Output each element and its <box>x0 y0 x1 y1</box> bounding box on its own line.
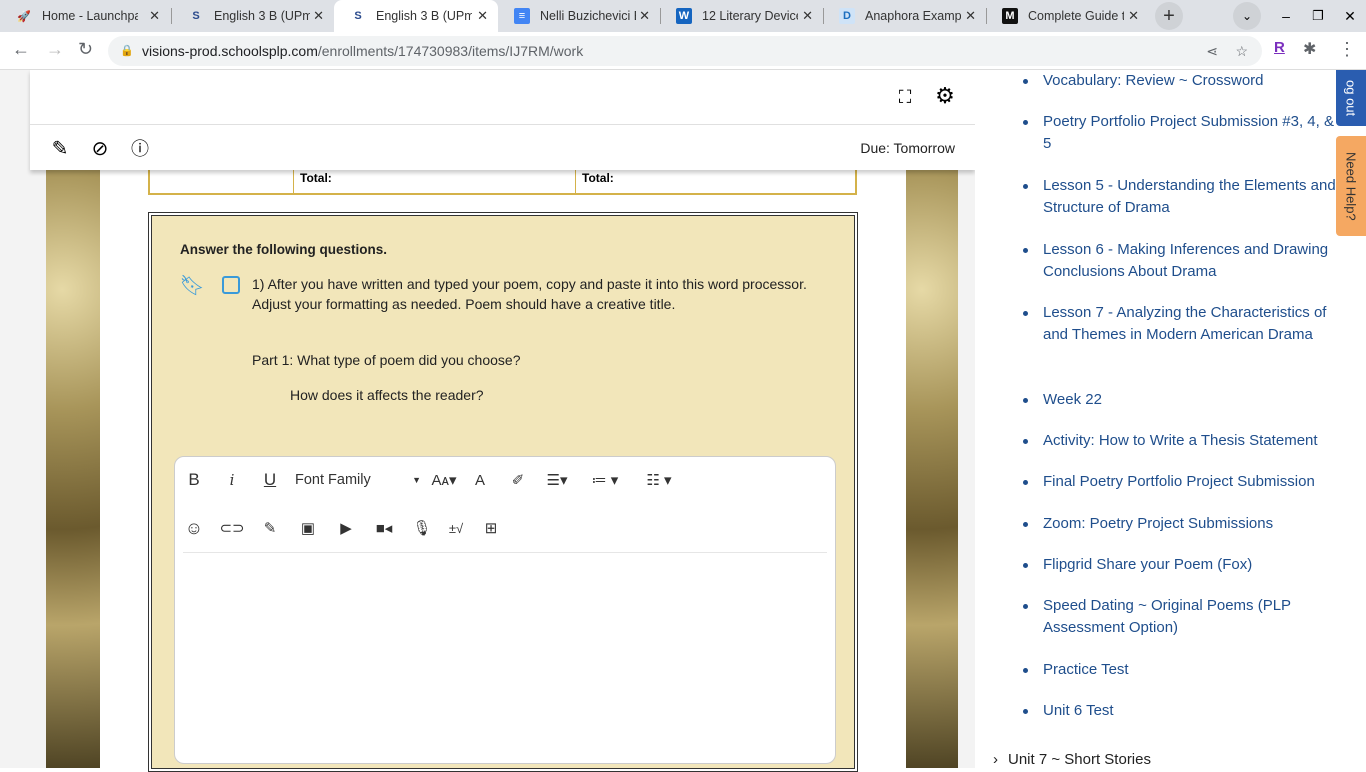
info-icon[interactable]: ⓘ <box>129 137 151 159</box>
close-tab-icon[interactable]: ✕ <box>149 8 160 24</box>
close-tab-icon[interactable]: ✕ <box>313 8 324 24</box>
settings-gear-icon[interactable]: ⚙ <box>933 83 957 108</box>
sidebar-item[interactable]: Final Poetry Portfolio Project Submissio… <box>1023 471 1338 493</box>
bookmark-icon[interactable]: 🔖︎ <box>179 274 204 297</box>
pencil-icon[interactable]: ✎ <box>258 516 282 540</box>
youtube-icon[interactable]: ▶ <box>334 516 358 540</box>
editor-body[interactable] <box>183 557 827 757</box>
schoolsplp-icon: S <box>192 10 200 22</box>
minimize-button[interactable]: – <box>1276 6 1296 26</box>
logout-button[interactable]: og out <box>1336 70 1366 126</box>
masterclass-icon: M <box>1002 8 1018 24</box>
restore-button[interactable]: ❐ <box>1308 6 1328 26</box>
unordered-list-button[interactable]: ☷ ▾ <box>637 468 681 492</box>
rocket-icon: 🚀 <box>17 10 31 23</box>
sidebar-item[interactable]: Flipgrid Share your Poem (Fox) <box>1023 554 1338 576</box>
sidebar-item[interactable]: Poetry Portfolio Project Submission #3, … <box>1023 111 1338 155</box>
tab-launchpad[interactable]: 🚀 Home - Launchpad ✕ <box>0 0 170 32</box>
note-icon[interactable] <box>222 276 240 294</box>
total-label: Total: <box>582 171 614 185</box>
font-size-button[interactable]: Aᴀ▾ <box>427 468 461 492</box>
chevron-right-icon: › <box>993 751 998 768</box>
sidebar-item[interactable]: Speed Dating ~ Original Poems (PLP Asses… <box>1023 595 1338 639</box>
sidebar-item[interactable]: Vocabulary: Review ~ Crossword <box>1023 70 1338 92</box>
tab-search-icon[interactable]: ⌄ <box>1233 2 1261 30</box>
font-family-select[interactable]: Font Family ▼ <box>295 472 421 488</box>
extension-r-icon[interactable]: R <box>1274 39 1285 56</box>
question-text: 1) After you have written and typed your… <box>252 276 807 292</box>
yd-icon: D <box>839 8 855 24</box>
tab-complete-guide[interactable]: M Complete Guide to ✕ <box>986 0 1149 32</box>
sidebar-item[interactable]: Unit 6 Test <box>1023 700 1338 722</box>
highlighter-icon[interactable]: ✐ <box>506 468 530 492</box>
lock-icon: 🔒 <box>120 45 134 57</box>
url-input[interactable]: 🔒 visions-prod.schoolsplp.com/enrollments… <box>108 36 1262 66</box>
underline-button[interactable]: U <box>258 468 282 492</box>
new-tab-button[interactable]: + <box>1155 2 1183 30</box>
align-button[interactable]: ☰▾ <box>541 468 573 492</box>
bold-button[interactable]: B <box>182 468 206 492</box>
schoolsplp-icon: S <box>354 10 362 22</box>
sidebar-item[interactable]: Zoom: Poetry Project Submissions <box>1023 513 1338 535</box>
question-part1b: How does it affects the reader? <box>290 387 484 403</box>
table-icon[interactable]: ⊞ <box>479 516 503 540</box>
menu-icon[interactable]: ⋮ <box>1338 39 1356 60</box>
reload-icon[interactable]: ↻ <box>78 39 93 60</box>
bookmark-star-icon[interactable]: ☆ <box>1235 36 1248 66</box>
close-tab-icon[interactable]: ✕ <box>1128 8 1139 24</box>
sidebar-item[interactable]: Activity: How to Write a Thesis Statemen… <box>1023 430 1338 452</box>
question-part1: Part 1: What type of poem did you choose… <box>252 352 521 368</box>
question-text: Adjust your formatting as needed. Poem s… <box>252 296 676 312</box>
text-color-icon[interactable]: A <box>468 468 492 492</box>
ordered-list-button[interactable]: ≔ ▾ <box>583 468 627 492</box>
close-tab-icon[interactable]: ✕ <box>639 8 650 24</box>
course-sidebar: Vocabulary: Review ~ Crossword Poetry Po… <box>975 70 1366 768</box>
sidebar-item[interactable]: Week 22 <box>1023 389 1338 411</box>
tab-anaphora[interactable]: D Anaphora Exampl ✕ <box>823 0 986 32</box>
tab-strip: 🚀 Home - Launchpad ✕ S English 3 B (UPmf ✕ S… <box>0 0 1366 32</box>
share-icon[interactable]: ⋖ <box>1206 36 1218 66</box>
question-box: Answer the following questions. 🔖︎ 1) Af… <box>148 212 858 772</box>
back-icon[interactable]: ← <box>12 39 30 60</box>
emoji-icon[interactable]: ☺ <box>182 516 206 540</box>
need-help-button[interactable]: Need Help? <box>1336 136 1366 236</box>
eliminate-icon[interactable]: ⊘ <box>89 137 111 160</box>
close-window-button[interactable]: ✕ <box>1340 6 1360 26</box>
due-date: Due: Tomorrow <box>860 140 955 156</box>
tab-google-doc[interactable]: ≡ Nelli Buzichevici E ✕ <box>498 0 660 32</box>
video-icon[interactable]: ■◂ <box>372 516 396 540</box>
sidebar-item[interactable]: Practice Test <box>1023 659 1338 681</box>
link-icon[interactable]: ⊂⊃ <box>219 516 244 540</box>
total-label: Total: <box>300 171 332 185</box>
microphone-icon[interactable]: 🎙︎ <box>410 516 434 540</box>
unit-7-expander[interactable]: › Unit 7 ~ Short Stories <box>993 751 1151 768</box>
sidebar-item[interactable]: Lesson 7 - Analyzing the Characteristics… <box>1023 302 1338 346</box>
italic-button[interactable]: i <box>220 468 244 492</box>
chevron-down-icon: ▼ <box>412 475 421 485</box>
sidebar-item[interactable]: Lesson 6 - Making Inferences and Drawing… <box>1023 239 1338 283</box>
tab-literary-devices[interactable]: W12 Literary Devices✕ <box>660 0 823 32</box>
assignment-toolbar: ⛶ ⚙ ✎ ⊘ ⓘ Due: Tomorrow <box>30 70 975 170</box>
image-icon[interactable]: ▣ <box>296 516 320 540</box>
word-icon: W <box>676 8 692 24</box>
question-heading: Answer the following questions. <box>180 242 388 257</box>
forward-icon[interactable]: → <box>46 39 64 60</box>
tab-english-active[interactable]: S English 3 B (UPmf ✕ <box>334 0 498 32</box>
fullscreen-icon[interactable]: ⛶ <box>894 86 916 108</box>
sidebar-item[interactable]: Lesson 5 - Understanding the Elements an… <box>1023 175 1338 219</box>
background-image <box>46 170 100 768</box>
background-image <box>906 170 958 768</box>
address-bar-row: ← → ↻ 🔒 visions-prod.schoolsplp.com/enrol… <box>0 32 1366 70</box>
highlighter-tool-icon[interactable]: ✎ <box>49 137 71 160</box>
close-tab-icon[interactable]: ✕ <box>477 8 488 24</box>
close-tab-icon[interactable]: ✕ <box>965 8 976 24</box>
google-docs-icon: ≡ <box>514 8 530 24</box>
tab-english-1[interactable]: S English 3 B (UPmf ✕ <box>172 0 334 32</box>
close-tab-icon[interactable]: ✕ <box>802 8 813 24</box>
extensions-icon[interactable]: ✱ <box>1303 39 1316 59</box>
math-icon[interactable]: ±√ <box>444 516 468 540</box>
rich-text-editor: B i U Font Family ▼ Aᴀ▾ A ✐ ☰▾ ≔ ▾ ☷ ▾ ☺ … <box>174 456 836 764</box>
